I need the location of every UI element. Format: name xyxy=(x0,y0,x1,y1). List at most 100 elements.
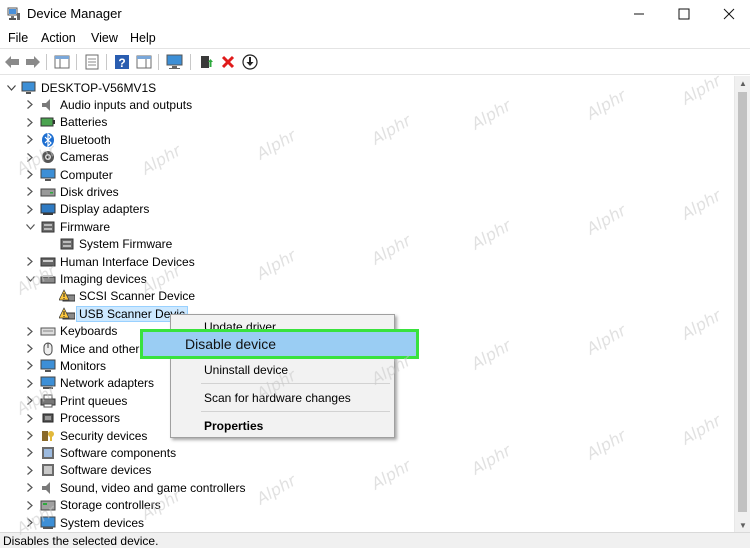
scroll-up-arrow-icon[interactable]: ▲ xyxy=(735,76,750,90)
tree-category[interactable]: Keyboards xyxy=(0,323,117,340)
chevron-right-icon[interactable] xyxy=(25,497,35,514)
tree-category[interactable]: Monitors xyxy=(0,357,106,374)
chevron-right-icon[interactable] xyxy=(25,96,35,113)
chevron-right-icon[interactable] xyxy=(25,444,35,461)
system-icon xyxy=(40,516,56,529)
ctx-properties[interactable]: Properties xyxy=(204,419,263,433)
chevron-right-icon[interactable] xyxy=(25,357,35,374)
tree-category[interactable]: Cameras xyxy=(0,149,109,166)
scroll-down-arrow-icon[interactable]: ▼ xyxy=(735,518,750,532)
tree-category[interactable]: Disk drives xyxy=(0,183,119,200)
chevron-right-icon[interactable] xyxy=(25,166,35,183)
tree-category[interactable]: Software components xyxy=(0,444,176,461)
console-tree-icon xyxy=(54,55,70,69)
menu-file[interactable]: File xyxy=(8,31,28,45)
tree-category[interactable]: Imaging devices xyxy=(0,270,147,287)
show-hide-tree-button[interactable] xyxy=(53,53,71,71)
tree-category[interactable]: Sound, video and game controllers xyxy=(0,479,245,496)
chevron-right-icon[interactable] xyxy=(25,392,35,409)
ctx-scan-hardware[interactable]: Scan for hardware changes xyxy=(204,391,351,405)
tree-category[interactable]: Display adapters xyxy=(0,201,149,218)
battery-icon xyxy=(40,117,55,127)
chevron-right-icon[interactable] xyxy=(25,253,35,270)
tree-device[interactable]: System Firmware xyxy=(0,236,172,253)
tree-item-label: System Firmware xyxy=(79,237,173,252)
chevron-right-icon[interactable] xyxy=(25,149,35,166)
chevron-right-icon[interactable] xyxy=(25,114,35,131)
tree-category[interactable]: Mice and other xyxy=(0,340,139,357)
close-button[interactable] xyxy=(706,0,750,28)
tree-category[interactable]: Human Interface Devices xyxy=(0,253,195,270)
help-button[interactable]: ? xyxy=(113,53,131,71)
menu-help[interactable]: Help xyxy=(130,31,156,45)
action-pane-icon xyxy=(136,55,152,69)
chevron-right-icon[interactable] xyxy=(25,131,35,148)
tree-device[interactable]: SCSI Scanner Device xyxy=(0,288,195,305)
chevron-right-icon[interactable] xyxy=(25,201,35,218)
tree-category[interactable]: Audio inputs and outputs xyxy=(0,96,192,113)
minimize-icon xyxy=(633,13,644,15)
chevron-right-icon[interactable] xyxy=(25,410,35,427)
svg-text:?: ? xyxy=(118,56,125,70)
arrow-left-icon xyxy=(5,56,19,68)
update-driver-button[interactable] xyxy=(197,53,215,71)
monitor-icon xyxy=(40,359,56,372)
tree-item-label: Firmware xyxy=(60,219,110,234)
disable-button[interactable] xyxy=(241,53,259,71)
chevron-right-icon[interactable] xyxy=(25,375,35,392)
ctx-uninstall-device[interactable]: Uninstall device xyxy=(204,363,288,377)
status-text: Disables the selected device. xyxy=(3,534,159,548)
tree-category[interactable]: Network adapters xyxy=(0,375,154,392)
tree-category[interactable]: Batteries xyxy=(0,114,107,131)
title-bar: Device Manager xyxy=(0,0,750,28)
tree-item-label: Imaging devices xyxy=(60,271,147,286)
vertical-scrollbar[interactable]: ▲ ▼ xyxy=(734,76,750,532)
tree-category[interactable]: Software devices xyxy=(0,462,151,479)
scrollbar-thumb[interactable] xyxy=(738,92,747,512)
properties-button[interactable] xyxy=(83,53,101,71)
menu-action[interactable]: Action xyxy=(41,31,76,45)
scan-hardware-button[interactable] xyxy=(166,53,184,71)
back-button[interactable] xyxy=(3,53,21,71)
tree-item-label: System devices xyxy=(60,515,145,530)
sound-icon xyxy=(42,481,50,494)
tree-item-label: Batteries xyxy=(60,115,108,130)
tree-category[interactable]: Print queues xyxy=(0,392,127,409)
tree-category[interactable]: System devices xyxy=(0,514,144,531)
tree-item-label: Bluetooth xyxy=(60,132,111,147)
chevron-right-icon[interactable] xyxy=(25,479,35,496)
action-pane-button[interactable] xyxy=(135,53,153,71)
chevron-right-icon[interactable] xyxy=(25,340,35,357)
chevron-right-icon[interactable] xyxy=(25,514,35,531)
maximize-button[interactable] xyxy=(661,0,706,28)
chevron-down-icon[interactable] xyxy=(25,218,35,235)
tree-category[interactable]: Bluetooth xyxy=(0,131,111,148)
menu-view[interactable]: View xyxy=(91,31,118,45)
firmware-icon xyxy=(41,221,55,233)
minimize-button[interactable] xyxy=(616,0,661,28)
chevron-right-icon[interactable] xyxy=(25,462,35,479)
chevron-down-icon[interactable] xyxy=(25,270,35,287)
chevron-right-icon[interactable] xyxy=(25,427,35,444)
tree-category[interactable]: Security devices xyxy=(0,427,147,444)
ctx-disable-device[interactable]: Disable device xyxy=(185,336,276,352)
ctx-separator xyxy=(201,383,390,384)
tree-category[interactable]: Computer xyxy=(0,166,113,183)
uninstall-button[interactable] xyxy=(219,53,237,71)
tree-item-label: Software devices xyxy=(60,463,152,478)
forward-button[interactable] xyxy=(24,53,42,71)
ctx-disable-device-highlight[interactable]: Disable device xyxy=(140,329,419,359)
network-icon xyxy=(40,376,56,390)
tree-device[interactable]: USB Scanner Devic xyxy=(0,305,189,322)
firmware-icon xyxy=(60,238,74,250)
ctx-separator xyxy=(201,411,390,412)
tree-item-label: SCSI Scanner Device xyxy=(79,289,196,304)
tree-root[interactable]: DESKTOP-V56MV1S xyxy=(0,79,156,96)
chevron-right-icon[interactable] xyxy=(25,183,35,200)
chevron-down-icon[interactable] xyxy=(6,79,16,96)
tree-category[interactable]: Processors xyxy=(0,410,120,427)
tree-category[interactable]: Firmware xyxy=(0,218,110,235)
chevron-right-icon[interactable] xyxy=(25,323,35,340)
tree-category[interactable]: Storage controllers xyxy=(0,497,161,514)
close-icon xyxy=(723,8,734,20)
